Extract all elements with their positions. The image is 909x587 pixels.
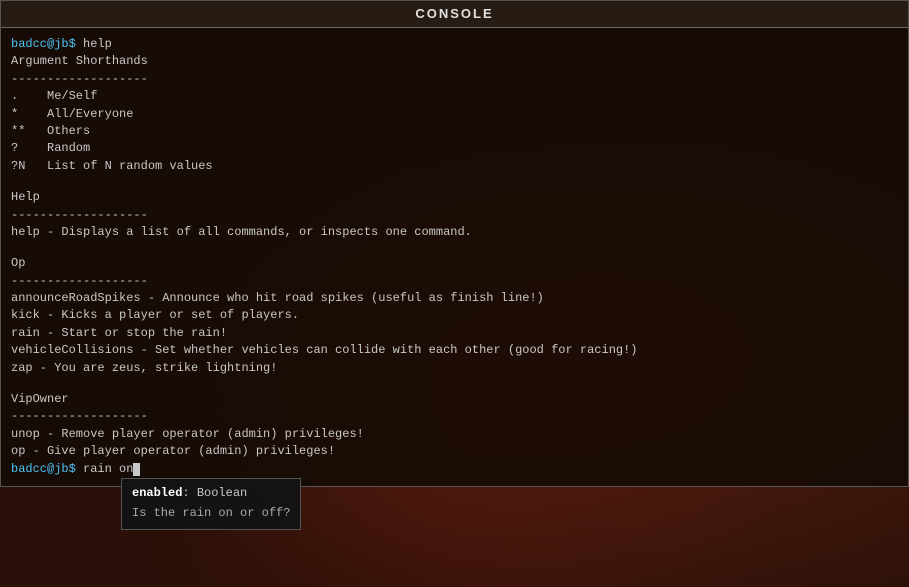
console-text-line: ? Random (11, 140, 898, 157)
console-text-line: ** Others (11, 123, 898, 140)
console-empty-line (11, 241, 898, 255)
console-text-line: unop - Remove player operator (admin) pr… (11, 426, 898, 443)
cursor (133, 463, 140, 476)
autocomplete-param: enabled (132, 486, 182, 500)
console-text-line: ?N List of N random values (11, 158, 898, 175)
console-text-line: Argument Shorthands (11, 53, 898, 70)
console-text-line: Op (11, 255, 898, 272)
autocomplete-param-line: enabled: Boolean (132, 485, 290, 502)
console-text-line: ------------------- (11, 273, 898, 290)
console-body[interactable]: badcc@jb$ helpArgument Shorthands-------… (1, 28, 908, 486)
console-text-line: * All/Everyone (11, 106, 898, 123)
console-text-line: . Me/Self (11, 88, 898, 105)
console-text-line: ------------------- (11, 408, 898, 425)
console-text-line: rain - Start or stop the rain! (11, 325, 898, 342)
prompt-text: badcc@jb$ (11, 37, 83, 51)
autocomplete-popup: enabled: Boolean Is the rain on or off? (121, 478, 301, 530)
input-text: rain on (83, 461, 133, 478)
console-window: CONSOLE badcc@jb$ helpArgument Shorthand… (0, 0, 909, 487)
console-text-line: ------------------- (11, 71, 898, 88)
console-text-line: zap - You are zeus, strike lightning! (11, 360, 898, 377)
input-prompt: badcc@jb$ (11, 461, 83, 478)
autocomplete-type: : Boolean (182, 486, 247, 500)
console-text-line: Help (11, 189, 898, 206)
console-prompt-line: badcc@jb$ help (11, 36, 898, 53)
console-empty-line (11, 377, 898, 391)
console-text-line: vehicleCollisions - Set whether vehicles… (11, 342, 898, 359)
console-title-bar: CONSOLE (1, 1, 908, 28)
console-text-line: kick - Kicks a player or set of players. (11, 307, 898, 324)
console-text-line: help - Displays a list of all commands, … (11, 224, 898, 241)
console-empty-line (11, 175, 898, 189)
autocomplete-description: Is the rain on or off? (132, 505, 290, 522)
console-text-line: op - Give player operator (admin) privil… (11, 443, 898, 460)
console-title: CONSOLE (415, 6, 493, 21)
console-current-input[interactable]: badcc@jb$ rain on (11, 461, 898, 478)
console-text-line: VipOwner (11, 391, 898, 408)
console-text-line: announceRoadSpikes - Announce who hit ro… (11, 290, 898, 307)
console-text-line: ------------------- (11, 207, 898, 224)
